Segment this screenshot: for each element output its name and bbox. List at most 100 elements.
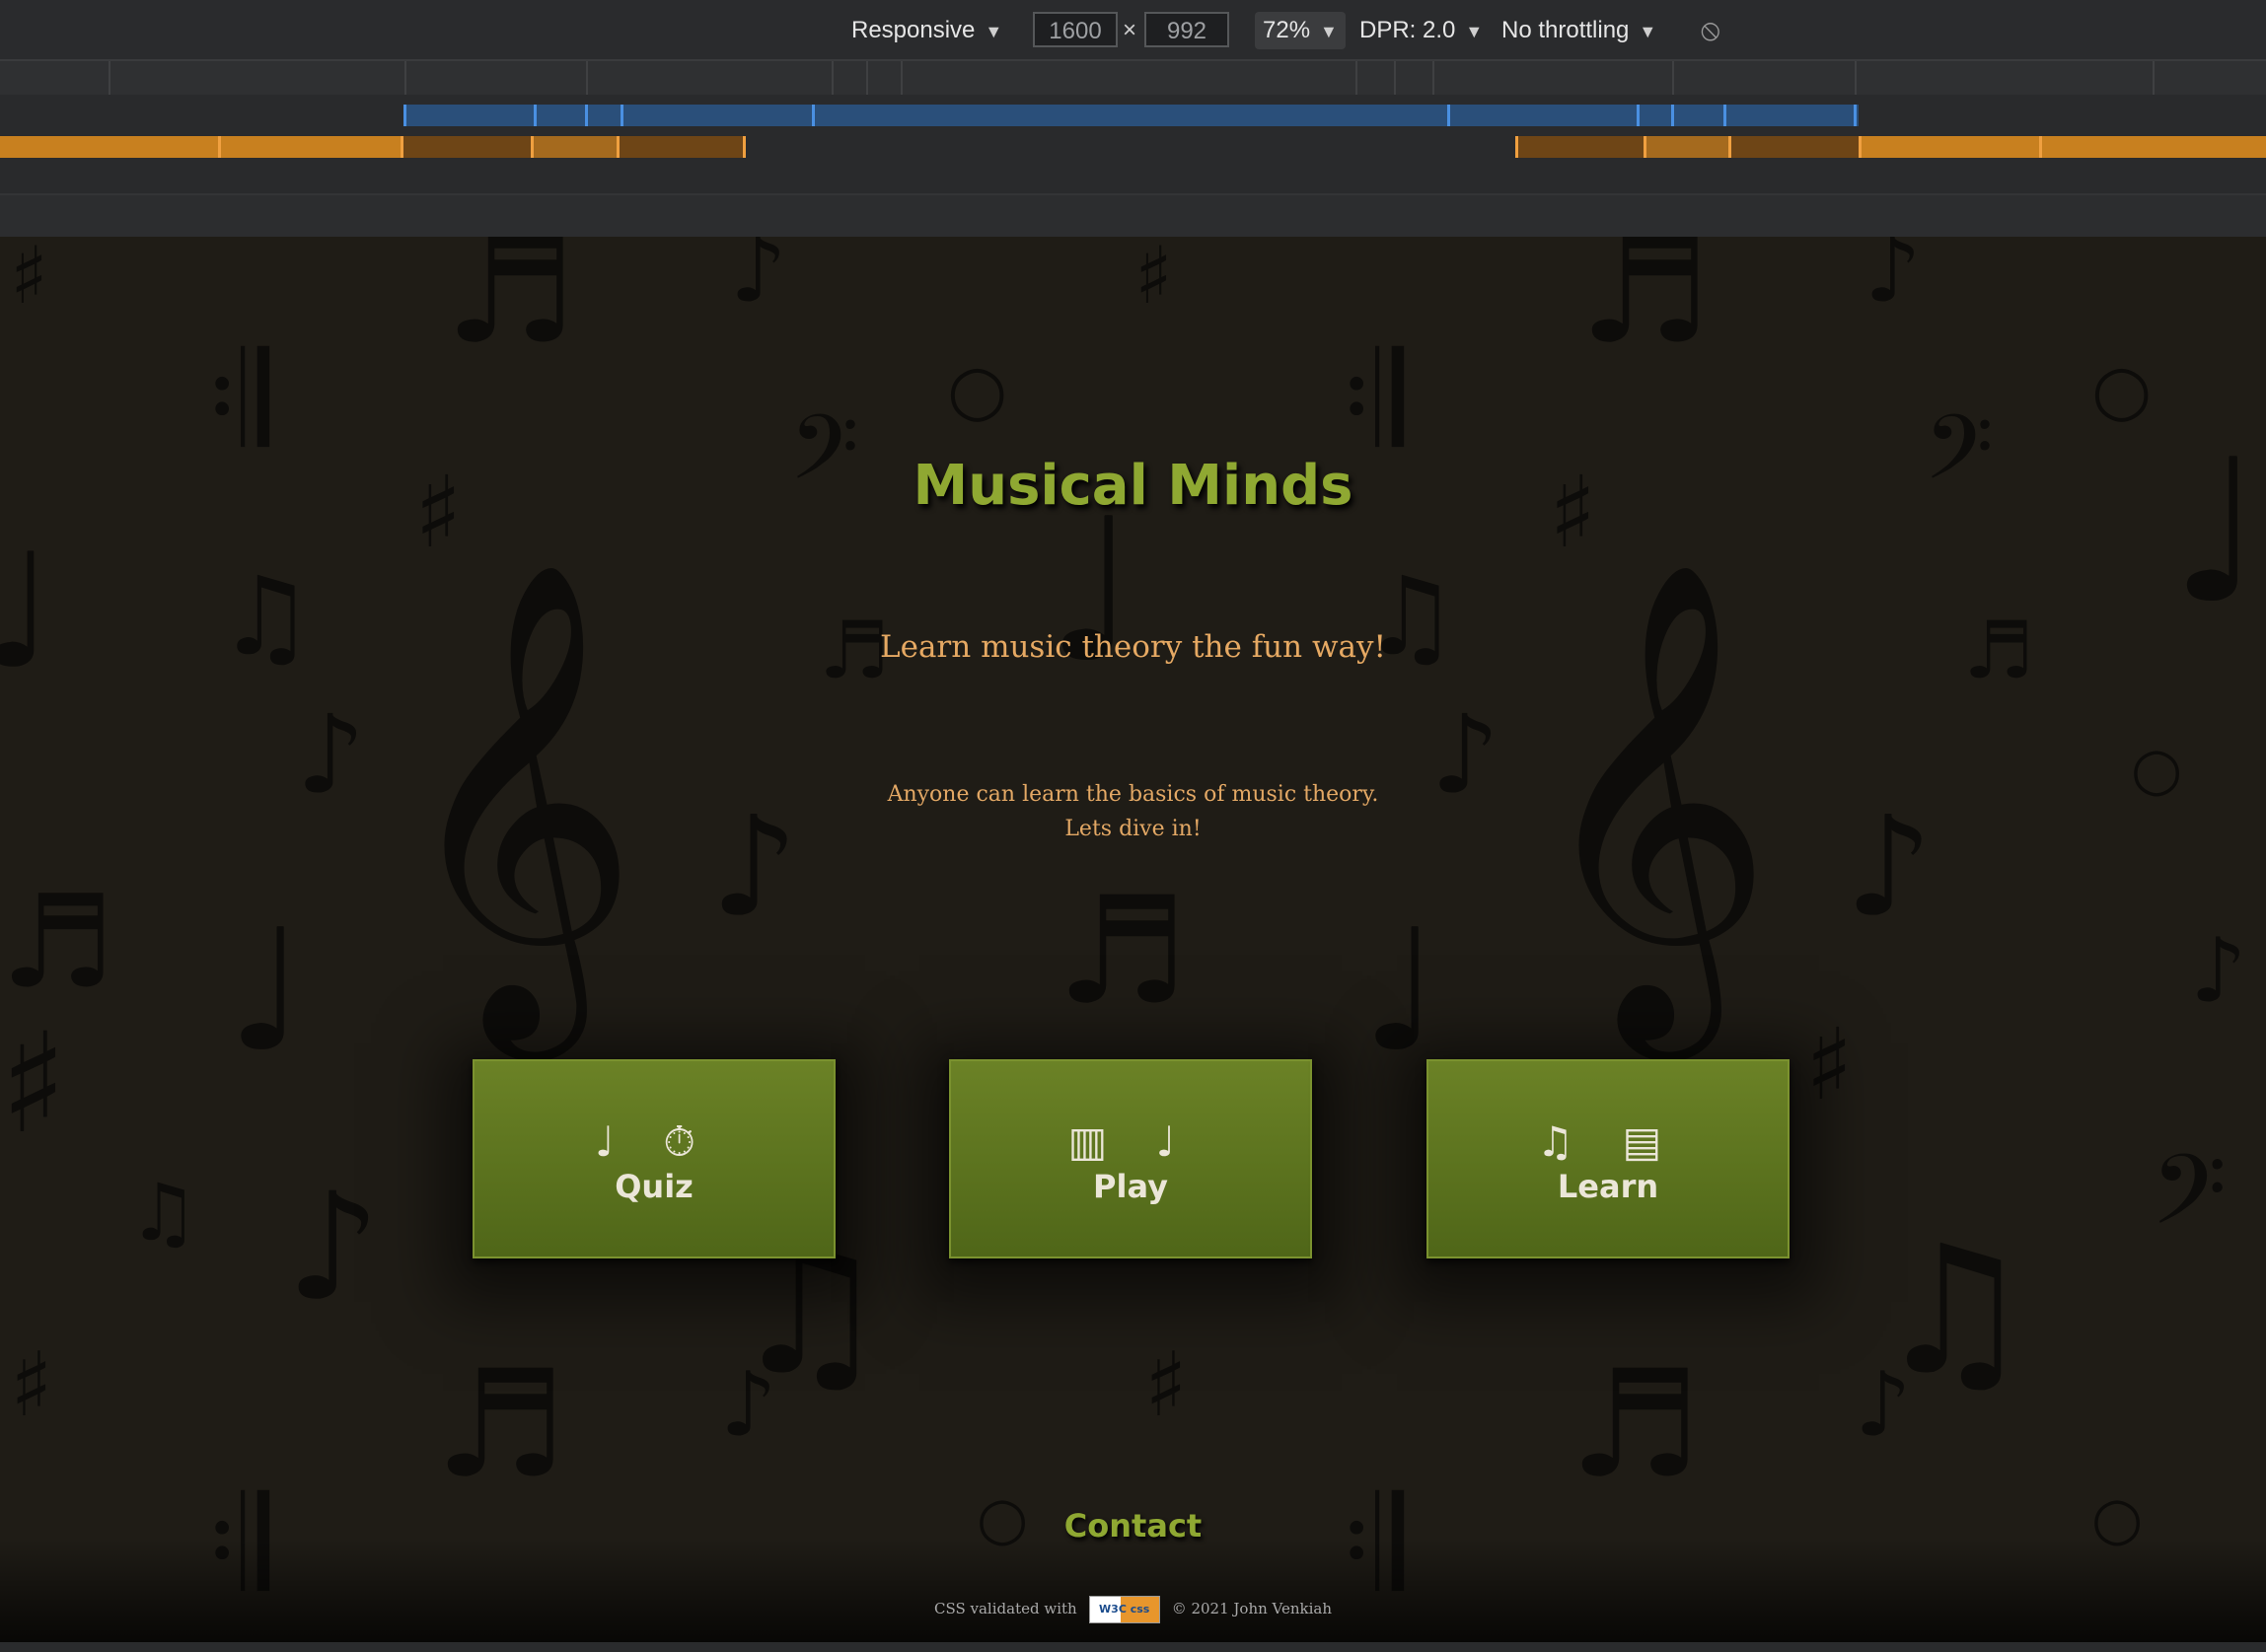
media-query-segment[interactable] <box>1859 136 2266 158</box>
min-width-media-query-bar[interactable] <box>0 136 2266 158</box>
intro-line: Anyone can learn the basics of music the… <box>887 782 1379 807</box>
device-select[interactable]: Responsive ▼ <box>851 0 1002 59</box>
repeat-sign-icon: 𝄇 <box>1342 324 1405 474</box>
quarter-note-icon: ♩ <box>0 519 55 703</box>
media-query-marker[interactable] <box>617 136 620 158</box>
music-book-icon: ♫ ▤ <box>1536 1117 1680 1166</box>
sixteenth-note-icon: ♬ <box>444 237 577 377</box>
media-query-marker[interactable] <box>1671 105 1674 126</box>
note-timer-icon: ♩ ⏱ <box>595 1117 713 1166</box>
media-query-segment[interactable] <box>1644 136 1728 158</box>
media-query-marker[interactable] <box>1728 136 1731 158</box>
chevron-down-icon: ▼ <box>1320 22 1338 41</box>
intro-line: Lets dive in! <box>1064 817 1202 841</box>
ruler-tick <box>1394 61 1396 95</box>
chevron-down-icon: ▼ <box>1465 22 1484 41</box>
media-query-marker[interactable] <box>1854 105 1857 126</box>
quarter-note-icon: ♩ <box>1361 894 1441 1089</box>
learn-button[interactable]: ♫ ▤ Learn <box>1426 1059 1790 1258</box>
intro-text: Anyone can learn the basics of music the… <box>0 777 2266 846</box>
dpr-select[interactable]: DPR: 2.0 ▼ <box>1359 0 1483 59</box>
footer-gradient <box>0 1539 2266 1642</box>
media-query-marker[interactable] <box>585 105 588 126</box>
throttling-label: No throttling <box>1501 17 1630 43</box>
bass-clef-icon: 𝄢 <box>2151 1134 2228 1271</box>
ruler-tick <box>901 61 903 95</box>
media-query-segment[interactable] <box>617 136 745 158</box>
media-query-marker[interactable] <box>1515 136 1518 158</box>
ruler-tick <box>1672 61 1674 95</box>
zoom-select[interactable]: 72% ▼ <box>1255 12 1346 49</box>
chevron-down-icon: ▼ <box>1639 22 1657 41</box>
throttling-select[interactable]: No throttling ▼ <box>1501 0 1656 59</box>
footer-copyright: © 2021 John Venkiah <box>1171 1600 1333 1617</box>
whole-note-icon: ○ <box>2091 349 2153 430</box>
media-query-segment[interactable] <box>1515 136 1644 158</box>
sharp-icon: ♯ <box>10 237 48 322</box>
ruler-tick <box>109 61 110 95</box>
media-query-segment[interactable] <box>0 136 401 158</box>
quarter-note-icon: ♩ <box>227 894 307 1089</box>
zoom-label: 72% <box>1263 17 1311 43</box>
contact-link[interactable]: Contact <box>0 1507 2266 1544</box>
play-button[interactable]: ▥ ♩ Play <box>949 1059 1312 1258</box>
ruler-tick <box>832 61 834 95</box>
window-bottom-edge <box>0 1642 2266 1652</box>
media-query-ruler <box>0 61 2266 95</box>
w3c-css-badge[interactable]: W3C css <box>1088 1596 1160 1623</box>
media-query-marker[interactable] <box>534 105 537 126</box>
ruler-tick <box>866 61 868 95</box>
ruler-strip <box>0 193 2266 239</box>
ruler-tick <box>1855 61 1857 95</box>
media-query-marker[interactable] <box>403 105 406 126</box>
eighth-note-icon: ♪ <box>730 237 787 323</box>
tagline: Learn music theory the fun way! <box>880 629 1386 665</box>
eighth-note-icon: ♪ <box>1864 237 1922 323</box>
sixteenth-notes-icon: ♬ <box>0 867 115 1017</box>
whole-note-icon: ○ <box>947 349 1008 430</box>
media-query-marker[interactable] <box>2039 136 2042 158</box>
dpr-label: DPR: 2.0 <box>1359 17 1456 43</box>
quiz-label: Quiz <box>615 1168 694 1205</box>
devtools-panel: Responsive ▼ 1600 × 992 72% ▼ DPR: 2.0 ▼ No… <box>0 0 2266 239</box>
footer-validated-text: CSS validated with <box>933 1600 1077 1617</box>
width-input[interactable]: 1600 <box>1033 12 1118 47</box>
media-query-marker[interactable] <box>812 105 815 126</box>
media-query-marker[interactable] <box>1644 136 1646 158</box>
sixteenth-note-icon: ♬ <box>434 1339 567 1511</box>
sharp-icon: ♯ <box>1134 237 1173 322</box>
eighth-note-icon: ♪ <box>720 1353 777 1457</box>
ruler-tick <box>404 61 406 95</box>
learn-label: Learn <box>1557 1168 1659 1205</box>
page-title: Musical Minds <box>913 454 1353 518</box>
media-query-marker[interactable] <box>531 136 534 158</box>
sharp-icon: ♯ <box>1805 1007 1854 1122</box>
media-query-marker[interactable] <box>1723 105 1726 126</box>
eighth-note-icon: ♪ <box>1855 1353 1912 1457</box>
media-query-segment[interactable] <box>1728 136 1859 158</box>
media-query-marker[interactable] <box>1859 136 1862 158</box>
footer: CSS validated with W3C css © 2021 John Ven… <box>0 1596 2266 1623</box>
ruler-tick <box>586 61 588 95</box>
rotate-icon[interactable]: ⦸ <box>1701 0 1720 59</box>
media-query-marker[interactable] <box>1447 105 1450 126</box>
ruler-tick <box>1355 61 1357 95</box>
height-input[interactable]: 992 <box>1144 12 1229 47</box>
times-sign: × <box>1123 17 1137 43</box>
quiz-button[interactable]: ♩ ⏱ Quiz <box>473 1059 836 1258</box>
play-label: Play <box>1093 1168 1168 1205</box>
sharp-icon: ♯ <box>1144 1333 1188 1437</box>
media-query-marker[interactable] <box>621 105 623 126</box>
media-query-segment[interactable] <box>531 136 617 158</box>
media-query-segment[interactable] <box>401 136 531 158</box>
media-query-marker[interactable] <box>218 136 221 158</box>
sixteenth-notes-icon: ♬ <box>1056 866 1189 1038</box>
media-query-marker[interactable] <box>743 136 746 158</box>
media-query-marker[interactable] <box>1637 105 1640 126</box>
media-query-marker[interactable] <box>401 136 403 158</box>
max-width-media-query-bar[interactable] <box>403 105 1859 126</box>
page-viewport: ♯ ♬ ♪ ♯ ♬ ♪ 𝄇 𝄇 ○ ○ 𝄢 𝄢 ♯ ♯ ♩ ♫ ♫ ♩ ♩ 𝄞 … <box>0 237 2266 1642</box>
sixteenth-note-icon: ♬ <box>1578 237 1712 377</box>
sixteenth-note-icon: ♬ <box>1569 1339 1702 1511</box>
ruler-tick <box>2153 61 2155 95</box>
